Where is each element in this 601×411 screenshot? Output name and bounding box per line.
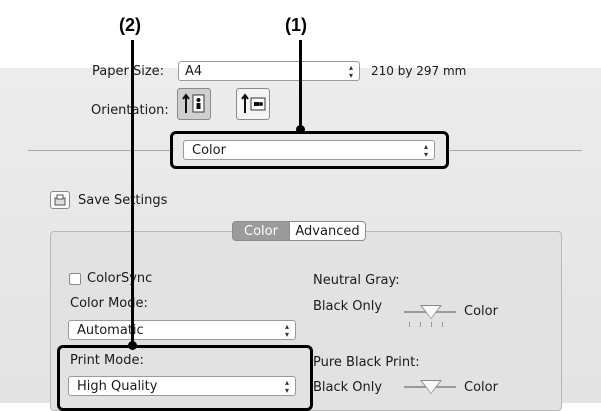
separator-right — [446, 150, 582, 151]
slider-tick — [431, 322, 432, 327]
slider-tick — [442, 322, 443, 327]
landscape-orientation-button[interactable] — [236, 88, 270, 120]
callout-highlight-1 — [170, 131, 449, 169]
color-mode-label: Color Mode: — [70, 296, 148, 311]
portrait-orientation-button[interactable] — [177, 88, 211, 120]
neutral-gray-label: Neutral Gray: — [313, 273, 400, 288]
callout-label-2: (2) — [119, 15, 141, 35]
pure-black-left-label: Black Only — [313, 380, 383, 395]
colorsync-label: ColorSync — [87, 271, 153, 286]
separator-left — [28, 150, 174, 151]
portrait-icon — [182, 93, 205, 113]
paper-size-dimensions: 210 by 297 mm — [371, 64, 467, 78]
slider-tick — [409, 322, 410, 327]
callout-line-2 — [131, 40, 134, 348]
neutral-gray-slider-knob-fill — [422, 306, 440, 318]
neutral-gray-right-label: Color — [464, 304, 498, 319]
slider-tick — [420, 322, 421, 327]
tab-advanced[interactable]: Advanced — [290, 221, 366, 241]
landscape-icon — [241, 93, 266, 113]
popup-arrows-icon: ▴ ▾ — [284, 322, 289, 339]
pure-black-label: Pure Black Print: — [313, 355, 420, 370]
pure-black-slider-knob-fill — [422, 381, 440, 393]
paper-size-label: Paper Size: — [92, 64, 165, 79]
save-settings-icon — [54, 194, 66, 206]
popup-arrows-icon: ▴ ▾ — [348, 63, 353, 80]
paper-size-value: A4 — [185, 64, 203, 79]
save-settings-label: Save Settings — [78, 193, 168, 208]
callout-highlight-2 — [57, 345, 313, 411]
orientation-label: Orientation: — [91, 103, 169, 118]
callout-line-1 — [299, 40, 302, 132]
save-settings-button[interactable] — [50, 191, 70, 209]
neutral-gray-left-label: Black Only — [313, 299, 383, 314]
callout-label-1: (1) — [285, 15, 307, 35]
color-mode-popup[interactable]: Automatic ▴ ▾ — [68, 320, 296, 340]
colorsync-checkbox[interactable] — [69, 273, 81, 285]
tab-color[interactable]: Color — [232, 221, 290, 241]
paper-size-popup[interactable]: A4 ▴ ▾ — [178, 61, 360, 81]
pure-black-right-label: Color — [464, 380, 498, 395]
